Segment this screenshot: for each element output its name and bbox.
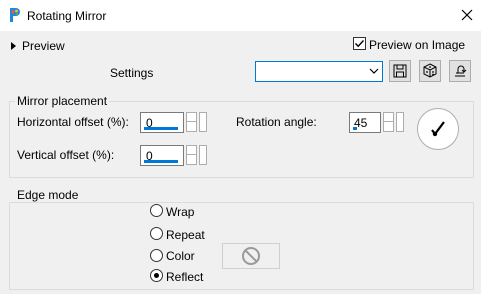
randomize-button[interactable] <box>419 60 441 82</box>
close-icon[interactable] <box>460 8 474 22</box>
reset-icon <box>455 65 467 77</box>
vertical-offset-label: Vertical offset (%): <box>17 148 115 162</box>
rotation-angle-dropdown[interactable] <box>396 112 404 132</box>
rotation-angle-label: Rotation angle: <box>236 115 317 129</box>
preview-on-image-label: Preview on Image <box>369 38 466 52</box>
horizontal-offset-label: Horizontal offset (%): <box>17 115 129 129</box>
vertical-offset-field[interactable]: 0 <box>140 145 184 166</box>
checkmark-icon <box>355 40 365 48</box>
radio-repeat-label[interactable]: Repeat <box>166 228 205 242</box>
no-color-icon <box>242 247 260 265</box>
horizontal-offset-field[interactable]: 0 <box>140 112 184 133</box>
mirror-placement-group <box>9 101 474 178</box>
preview-toggle[interactable]: Preview <box>11 39 65 53</box>
radio-color[interactable] <box>150 249 163 262</box>
rotation-angle-slider[interactable] <box>353 127 357 130</box>
horizontal-offset-slider[interactable] <box>144 127 178 130</box>
save-icon <box>393 64 407 78</box>
radio-color-label[interactable]: Color <box>166 249 195 263</box>
save-preset-button[interactable] <box>389 60 411 82</box>
vertical-offset-slider[interactable] <box>144 160 178 163</box>
horizontal-offset-dropdown[interactable] <box>199 112 207 132</box>
radio-wrap[interactable] <box>150 204 163 217</box>
edge-mode-label: Edge mode <box>15 188 81 202</box>
radio-reflect[interactable] <box>150 269 163 282</box>
mirror-placement-label: Mirror placement <box>15 94 110 108</box>
rotation-angle-field[interactable]: 45 <box>349 112 381 133</box>
vertical-offset-dropdown[interactable] <box>199 145 207 165</box>
preview-on-image-checkbox[interactable] <box>353 37 366 50</box>
spin-up-icon[interactable] <box>384 113 393 122</box>
reset-button[interactable] <box>449 60 471 82</box>
settings-label: Settings <box>110 66 154 80</box>
window-title: Rotating Mirror <box>27 9 107 23</box>
spin-up-icon[interactable] <box>187 146 196 155</box>
randomize-dice-icon <box>423 63 437 78</box>
settings-combo[interactable] <box>255 61 383 82</box>
angle-dial-icon <box>431 121 445 137</box>
disclosure-triangle-icon <box>11 42 16 50</box>
radio-reflect-label[interactable]: Reflect <box>166 270 203 284</box>
preview-label: Preview <box>22 39 65 53</box>
chevron-down-icon[interactable] <box>365 62 382 81</box>
rotation-angle-spinner[interactable] <box>383 112 394 132</box>
horizontal-offset-spinner[interactable] <box>186 112 197 132</box>
edge-color-swatch[interactable] <box>222 243 280 269</box>
radio-wrap-label[interactable]: Wrap <box>166 205 194 219</box>
angle-dial[interactable] <box>417 108 459 150</box>
vertical-offset-spinner[interactable] <box>186 145 197 165</box>
app-icon <box>10 8 20 22</box>
spin-up-icon[interactable] <box>187 113 196 122</box>
radio-repeat[interactable] <box>150 227 163 240</box>
